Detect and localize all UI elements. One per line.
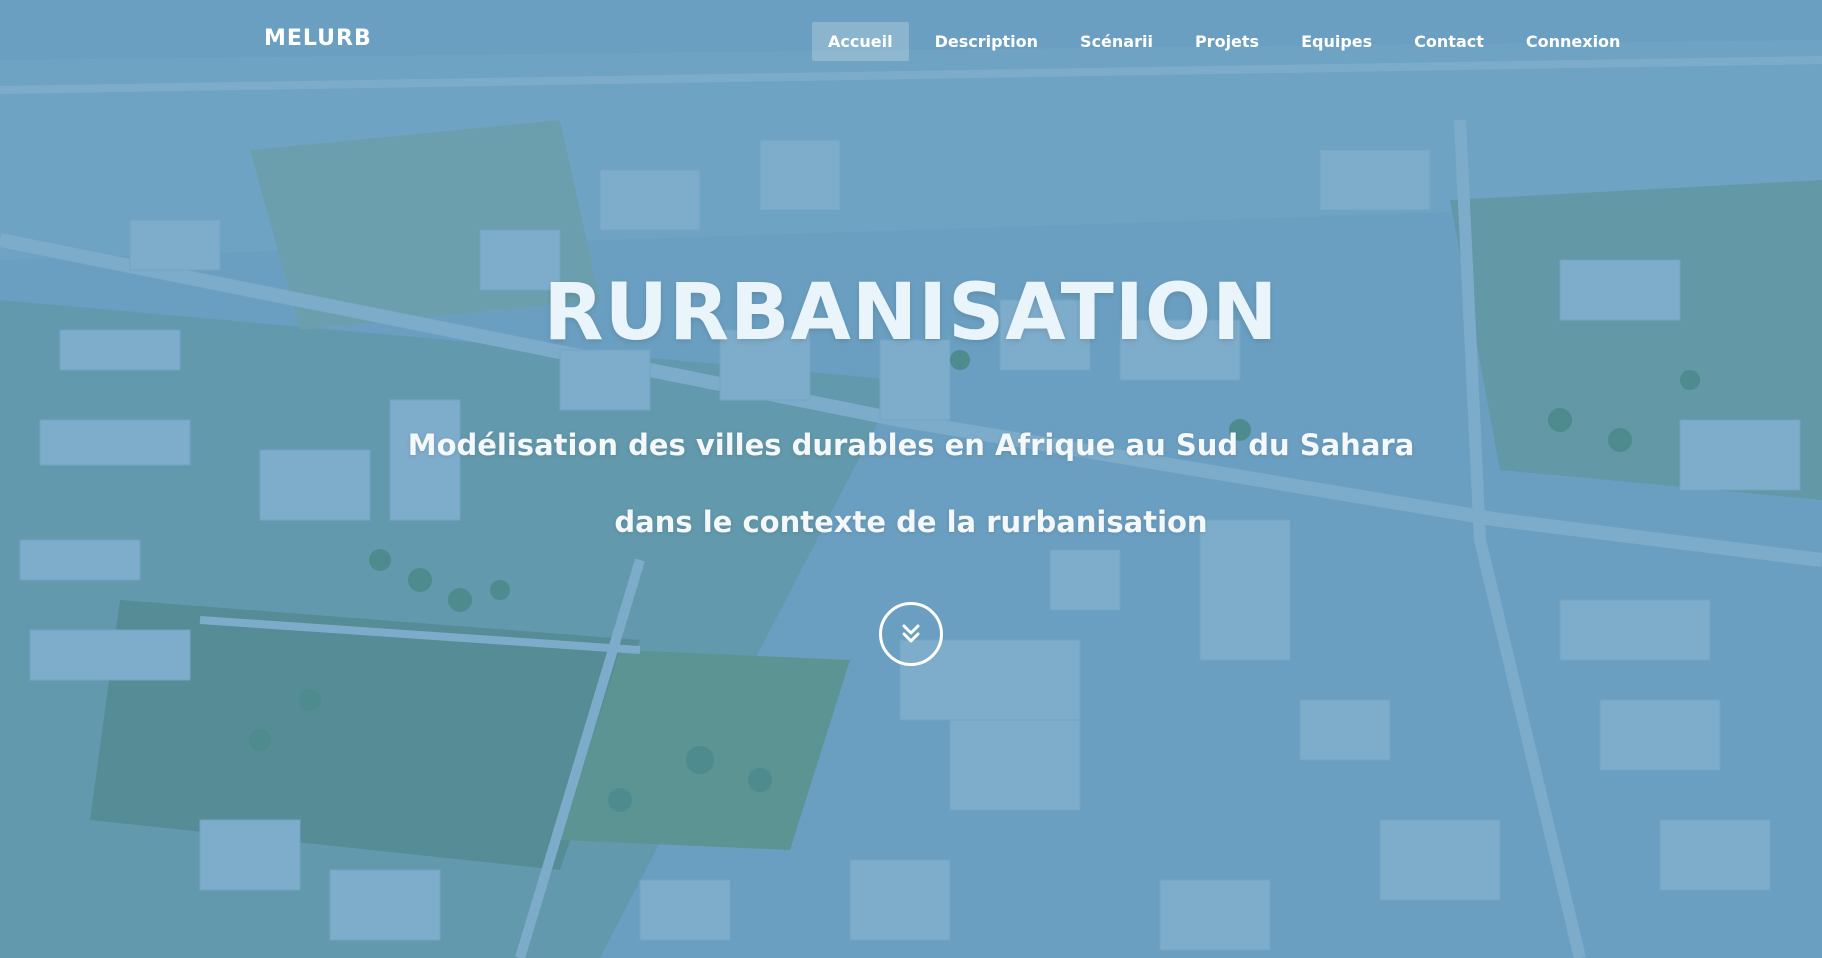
nav-item-contact[interactable]: Contact: [1398, 22, 1500, 61]
hero-title: RURBANISATION: [543, 268, 1279, 358]
main-nav: Accueil Description Scénarii Projets Equ…: [812, 22, 1646, 61]
double-chevron-down-icon: [902, 624, 920, 643]
hero-subtitle-line-1: Modélisation des villes durables en Afri…: [407, 428, 1415, 462]
nav-item-equipes[interactable]: Equipes: [1285, 22, 1388, 61]
nav-item-projets[interactable]: Projets: [1179, 22, 1275, 61]
nav-item-description[interactable]: Description: [919, 22, 1054, 61]
scroll-down-button[interactable]: [879, 602, 943, 666]
top-navbar: MELURB Accueil Description Scénarii Proj…: [0, 0, 1822, 84]
nav-item-connexion[interactable]: Connexion: [1510, 22, 1637, 61]
blue-tint-overlay: [0, 0, 1822, 958]
hero-subtitle-line-2: dans le contexte de la rurbanisation: [614, 505, 1208, 539]
brand-logo[interactable]: MELURB: [264, 26, 372, 51]
nav-item-scenarii[interactable]: Scénarii: [1064, 22, 1169, 61]
nav-item-accueil[interactable]: Accueil: [812, 22, 909, 61]
